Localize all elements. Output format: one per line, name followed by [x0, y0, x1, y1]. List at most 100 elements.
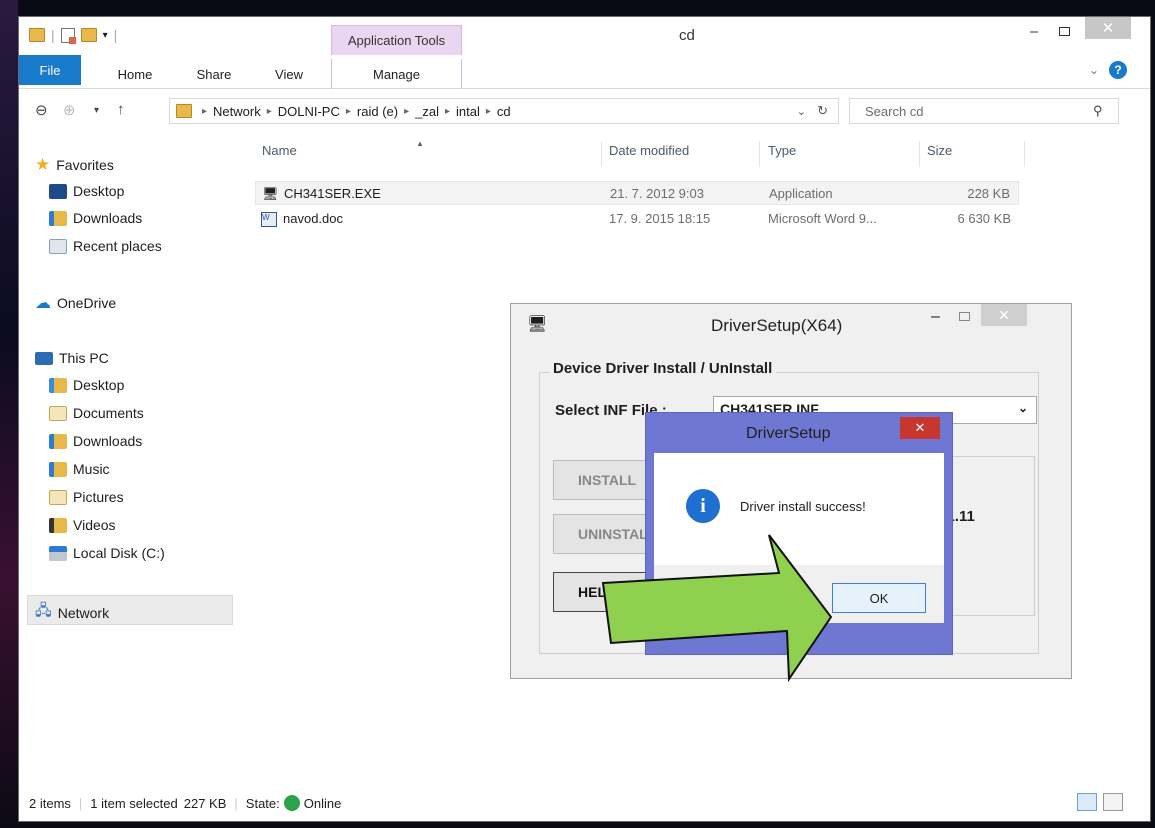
details-view-icon[interactable] [1077, 793, 1097, 811]
tab-view[interactable]: View [264, 59, 314, 89]
nav-pc-music[interactable]: Music [49, 461, 110, 477]
computer-icon [35, 351, 53, 365]
table-row[interactable]: W navod.doc 17. 9. 2015 18:15 Microsoft … [255, 207, 1019, 231]
nav-network[interactable]: 🖧 Network [35, 600, 109, 625]
nav-label: Downloads [73, 210, 143, 226]
maximize-button[interactable] [1049, 17, 1079, 45]
status-item-count: 2 items [29, 795, 71, 811]
breadcrumb-intal[interactable]: intal [456, 104, 480, 119]
nav-pc-pictures[interactable]: Pictures [49, 489, 124, 505]
recent-places-icon [49, 238, 67, 254]
file-name: navod.doc [283, 211, 343, 226]
column-divider [919, 141, 920, 167]
back-icon[interactable]: ⊖ [35, 101, 48, 119]
nav-thispc[interactable]: This PC [35, 350, 109, 366]
file-name: CH341SER.EXE [284, 186, 381, 201]
downloads-icon [49, 433, 67, 449]
driver-setup-title: DriverSetup(X64) [711, 316, 843, 335]
close-button[interactable]: ✕ [1085, 17, 1131, 39]
nav-onedrive[interactable]: ☁ OneDrive [35, 293, 116, 313]
forward-icon[interactable]: ⊕ [63, 101, 76, 119]
column-date[interactable]: Date modified [609, 143, 689, 158]
recent-locations-icon[interactable]: ▾ [94, 105, 99, 116]
tab-share[interactable]: Share [189, 59, 239, 89]
desktop-folder-icon [49, 377, 67, 393]
divider: | [113, 27, 118, 43]
music-icon [49, 461, 67, 477]
videos-icon [49, 517, 67, 533]
file-size: 228 KB [967, 186, 1010, 201]
ribbon-tabs: File Home Share View Manage ⌄ ? [19, 55, 1150, 89]
nav-label: Documents [73, 405, 144, 421]
dialog-minimize-button[interactable]: – [931, 308, 940, 326]
nav-pc-localdisk[interactable]: Local Disk (C:) [49, 545, 165, 561]
tab-home[interactable]: Home [105, 59, 165, 89]
file-type: Application [769, 186, 833, 201]
address-dropdown-icon[interactable]: ⌄ [797, 105, 806, 118]
nav-pc-documents[interactable]: Documents [49, 405, 144, 421]
tab-manage[interactable]: Manage [331, 59, 462, 89]
column-size[interactable]: Size [927, 143, 952, 158]
arrow-shape [601, 534, 833, 683]
nav-fav-recent[interactable]: Recent places [49, 238, 162, 254]
nav-label: Videos [73, 517, 116, 533]
title-bar: | ▾ | Application Tools cd – ✕ [19, 17, 1150, 55]
nav-fav-desktop[interactable]: Desktop [49, 183, 124, 199]
properties-icon[interactable] [60, 27, 76, 44]
divider: | [234, 795, 238, 811]
help-icon[interactable]: ? [1109, 61, 1127, 79]
address-box[interactable]: ▸ Network ▸ DOLNI-PC ▸ raid (e) ▸ _zal ▸ int… [169, 98, 839, 124]
tab-file[interactable]: File [19, 55, 81, 85]
large-icons-view-icon[interactable] [1103, 793, 1123, 811]
breadcrumb-network[interactable]: Network [213, 104, 261, 119]
documents-icon [49, 405, 67, 421]
nav-favorites-label: Favorites [56, 157, 114, 173]
nav-pc-videos[interactable]: Videos [49, 517, 116, 533]
search-icon[interactable]: ⚲ [1093, 103, 1103, 119]
nav-pc-desktop[interactable]: Desktop [49, 377, 124, 393]
driver-setup-app-icon: 🖥 [527, 316, 548, 333]
refresh-icon[interactable]: ↻ [817, 103, 828, 119]
downloads-icon [49, 210, 67, 226]
explorer-window: | ▾ | Application Tools cd – ✕ File Home… [18, 16, 1151, 822]
window-title: cd [679, 27, 695, 44]
breadcrumb-cd[interactable]: cd [497, 104, 511, 119]
online-icon [283, 795, 300, 811]
nav-fav-downloads[interactable]: Downloads [49, 210, 142, 226]
breadcrumb-raid[interactable]: raid (e) [357, 104, 398, 119]
search-input[interactable]: Search cd [849, 98, 1119, 124]
nav-favorites[interactable]: ★ Favorites [35, 155, 114, 175]
pictures-icon [49, 489, 67, 505]
up-icon[interactable]: ↑ [117, 101, 125, 118]
hard-disk-icon [49, 545, 67, 561]
status-size: 227 KB [183, 795, 227, 811]
column-type[interactable]: Type [768, 143, 796, 158]
table-row[interactable]: 🖥 CH341SER.EXE 21. 7. 2012 9:03 Applicat… [255, 181, 1019, 205]
status-state-value: Online [303, 795, 342, 811]
nav-label: Recent places [73, 238, 162, 254]
dialog-close-button[interactable]: ✕ [981, 304, 1027, 326]
breadcrumb-zal[interactable]: _zal [415, 104, 439, 119]
driver-group-label: Device Driver Install / UnInstall [549, 360, 777, 377]
message-title: DriverSetup [746, 425, 831, 442]
customize-icon[interactable]: ▾ [103, 30, 108, 41]
column-name[interactable]: Name [262, 143, 297, 158]
nav-pc-downloads[interactable]: Downloads [49, 433, 142, 449]
nav-label: OneDrive [57, 295, 117, 311]
expand-ribbon-icon[interactable]: ⌄ [1089, 63, 1099, 77]
new-folder-icon[interactable] [80, 28, 97, 42]
message-close-button[interactable]: ✕ [900, 417, 940, 439]
divider: | [78, 795, 83, 811]
breadcrumb-dolni-pc[interactable]: DOLNI-PC [278, 104, 340, 119]
dialog-maximize-button[interactable] [959, 312, 970, 321]
quick-access-toolbar: | ▾ | [29, 27, 118, 44]
application-tools-label: Application Tools [331, 25, 462, 55]
nav-label: Desktop [73, 183, 125, 199]
minimize-button[interactable]: – [1019, 17, 1049, 45]
status-state-label: State: [245, 795, 280, 811]
chevron-down-icon: ⌄ [1017, 401, 1028, 415]
ok-button[interactable]: OK [832, 583, 926, 613]
navigation-pane: ★ Favorites Desktop Downloads Recent pla… [19, 133, 235, 773]
info-icon: i [686, 489, 720, 523]
file-size: 6 630 KB [957, 211, 1012, 226]
